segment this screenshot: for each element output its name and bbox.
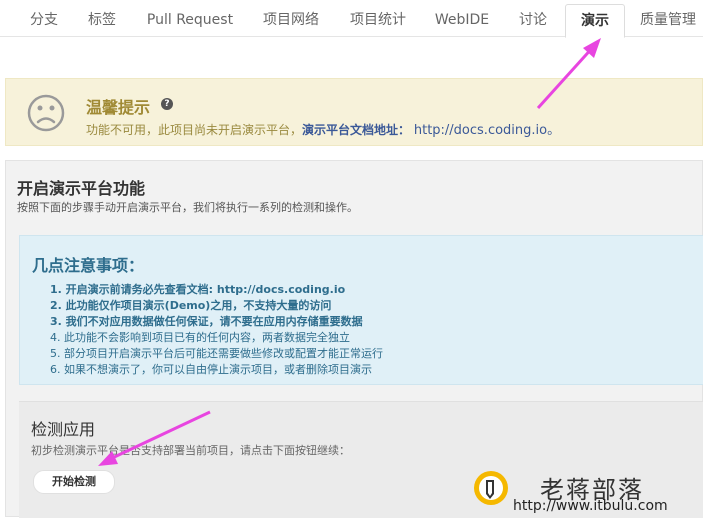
watermark-url: http://www.itbulu.com <box>513 498 668 514</box>
notice-message: 功能不可用，此项目尚未开启演示平台， <box>86 123 303 137</box>
list-item: 2. 此功能仅作项目演示(Demo)之用，不支持大量的访问 <box>50 299 332 312</box>
notice-text: 功能不可用，此项目尚未开启演示平台，演示平台文档地址： http://docs.… <box>86 119 560 138</box>
doc-link[interactable]: http://docs.coding.io。 <box>414 123 560 138</box>
tab-webide[interactable]: WebIDE <box>430 4 494 36</box>
notes-list: 1. 开启演示前请务必先查看文档: http://docs.coding.io … <box>50 282 383 378</box>
tab-quality[interactable]: 质量管理 <box>634 4 702 36</box>
panel-subtitle: 按照下面的步骤手动开启演示平台，我们将执行一系列的检测和操作。 <box>17 201 358 214</box>
list-item: 1. 开启演示前请务必先查看文档: http://docs.coding.io <box>50 283 346 296</box>
notice-box: 温馨提示 ? 功能不可用，此项目尚未开启演示平台，演示平台文档地址： http:… <box>5 78 703 146</box>
notice-title: 温馨提示 <box>86 98 151 117</box>
tab-project-stats[interactable]: 项目统计 <box>343 4 413 36</box>
detect-subtitle: 初步检测演示平台是否支持部署当前项目，请点击下面按钮继续： <box>31 444 350 457</box>
start-detect-button[interactable]: 开始检测 <box>33 470 115 494</box>
tab-discussion[interactable]: 讨论 <box>513 4 553 36</box>
tab-bar: 分支 标签 Pull Request 项目网络 项目统计 WebIDE 讨论 演… <box>0 0 703 38</box>
list-item: 6. 如果不想演示了，你可以自由停止演示项目，或者删除项目演示 <box>50 363 372 376</box>
panel-title: 开启演示平台功能 <box>17 179 146 198</box>
notes-title: 几点注意事项： <box>32 256 145 275</box>
tab-demo[interactable]: 演示 <box>565 4 625 38</box>
demo-setup-panel: 开启演示平台功能 按照下面的步骤手动开启演示平台，我们将执行一系列的检测和操作。… <box>5 160 703 518</box>
detect-title: 检测应用 <box>31 420 96 439</box>
list-item: 3. 我们不对应用数据做任何保证，请不要在应用内存储重要数据 <box>50 315 363 328</box>
tab-branches[interactable]: 分支 <box>24 4 64 36</box>
doc-label: 演示平台文档地址： <box>302 123 411 137</box>
notes-box: 几点注意事项： 1. 开启演示前请务必先查看文档: http://docs.co… <box>19 235 703 385</box>
list-item: 4. 此功能不会影响到项目已有的任何内容，两者数据完全独立 <box>50 331 350 344</box>
list-item: 5. 部分项目开启演示平台后可能还需要做些修改或配置才能正常运行 <box>50 347 383 360</box>
help-icon[interactable]: ? <box>161 98 173 110</box>
tab-project-network[interactable]: 项目网络 <box>256 4 326 36</box>
tab-pull-request[interactable]: Pull Request <box>142 4 238 36</box>
pencil-logo-icon <box>474 471 508 505</box>
sad-face-icon <box>27 94 65 132</box>
tab-tags[interactable]: 标签 <box>82 4 122 36</box>
